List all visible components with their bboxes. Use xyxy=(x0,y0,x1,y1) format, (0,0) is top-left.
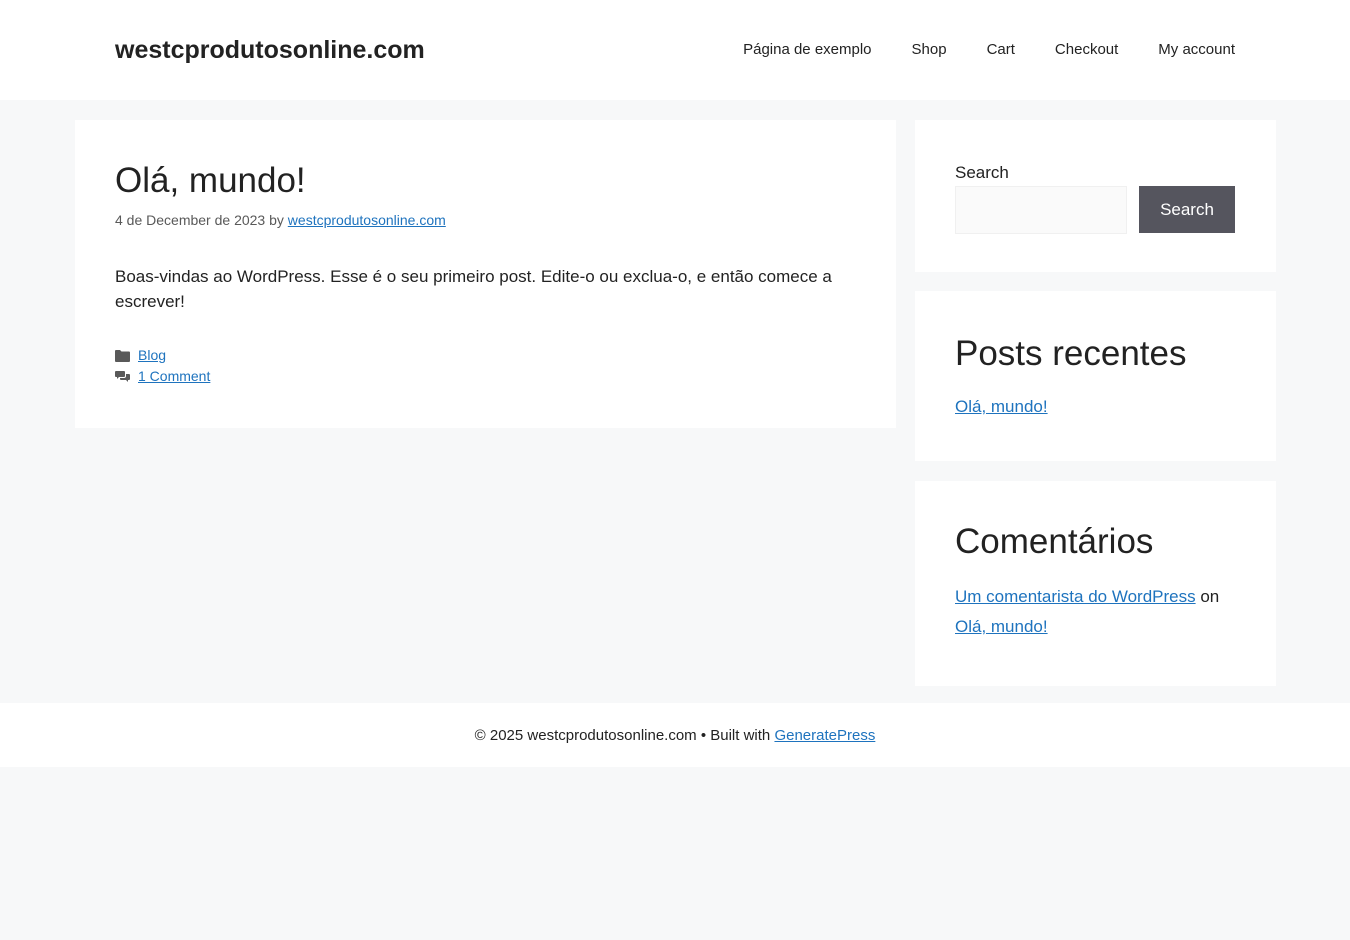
post-title: Olá, mundo! xyxy=(115,161,306,200)
nav-item-shop[interactable]: Shop xyxy=(912,40,947,60)
post-author-link[interactable]: westcprodutosonline.com xyxy=(288,212,446,228)
site-header: westcprodutosonline.com Página de exempl… xyxy=(0,0,1350,100)
post-categories: Blog xyxy=(115,345,210,366)
post-meta: 4 de December de 2023 by westcprodutoson… xyxy=(115,211,446,229)
comment-author-link[interactable]: Um comentarista do WordPress xyxy=(955,587,1196,606)
nav-item-cart[interactable]: Cart xyxy=(987,40,1015,60)
recent-comments-widget: Comentários Um comentarista do WordPress… xyxy=(915,481,1276,686)
post-by-label: by xyxy=(269,212,284,228)
category-link-blog[interactable]: Blog xyxy=(138,345,166,366)
comments-link[interactable]: 1 Comment xyxy=(138,366,210,387)
nav-item-checkout[interactable]: Checkout xyxy=(1055,40,1118,60)
site-title[interactable]: westcprodutosonline.com xyxy=(115,35,425,65)
comments-icon xyxy=(115,370,130,382)
post-content: Boas-vindas ao WordPress. Esse é o seu p… xyxy=(115,267,832,311)
search-widget: Search Search xyxy=(915,120,1276,272)
comment-on-label: on xyxy=(1200,587,1220,606)
search-button[interactable]: Search xyxy=(1139,186,1235,233)
post-footer: Blog 1 Comment xyxy=(115,345,210,387)
post-article: Olá, mundo! 4 de December de 2023 by wes… xyxy=(75,120,896,428)
recent-posts-title: Posts recentes xyxy=(955,334,1187,373)
post-date: 4 de December de 2023 xyxy=(115,212,266,228)
footer-copyright: © 2025 westcprodutosonline.com • Built w… xyxy=(474,726,771,744)
search-input[interactable] xyxy=(955,186,1127,234)
main-navigation: Página de exemplo Shop Cart Checkout My … xyxy=(743,0,1235,100)
folder-icon xyxy=(115,349,130,362)
site-footer: © 2025 westcprodutosonline.com • Built w… xyxy=(0,703,1350,767)
nav-item-pagina-de-exemplo[interactable]: Página de exemplo xyxy=(743,40,871,60)
comment-post-link[interactable]: Olá, mundo! xyxy=(955,617,1048,636)
footer-generatepress-link[interactable]: GeneratePress xyxy=(774,727,875,744)
recent-post-link[interactable]: Olá, mundo! xyxy=(955,395,1048,419)
search-label: Search xyxy=(955,163,1009,182)
recent-comments-title: Comentários xyxy=(955,522,1154,561)
nav-item-my-account[interactable]: My account xyxy=(1158,40,1235,60)
post-comments: 1 Comment xyxy=(115,366,210,387)
recent-posts-widget: Posts recentes Olá, mundo! xyxy=(915,291,1276,461)
recent-comment-item: Um comentarista do WordPress on Olá, mun… xyxy=(955,582,1245,642)
